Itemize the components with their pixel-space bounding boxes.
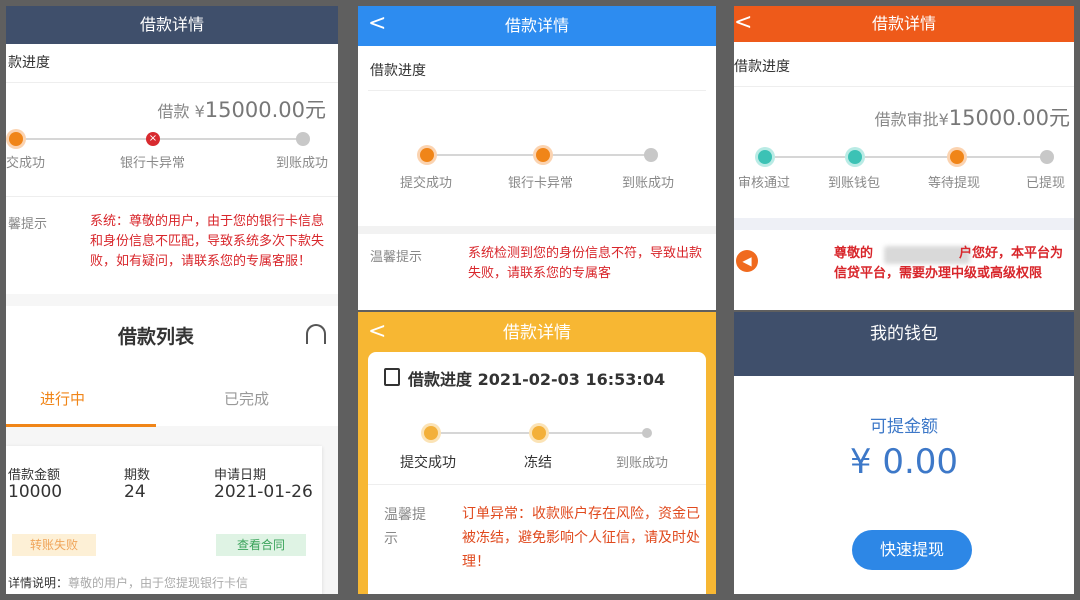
notice-text: 系统：尊敬的用户，由于您的银行卡信息和身份信息不匹配，导致系统多次下款失败，如有… xyxy=(90,214,325,269)
status-badge: 转账失败 xyxy=(12,534,96,556)
progress-line xyxy=(18,138,308,140)
divider xyxy=(734,86,1074,87)
amount-label: 借款金额 xyxy=(8,468,61,483)
notice-text: 系统检测到您的身份信息不符，导致出款失败，请联系您的专属客 xyxy=(468,246,703,281)
detail-card: 借款进度 2021-02-03 16:53:04 提交成功 冻结 到账成功 温馨… xyxy=(368,352,706,594)
page-title: 借款详情 xyxy=(871,14,936,33)
page-title: 借款详情 xyxy=(504,16,569,35)
step-label: 提交成功 xyxy=(400,176,453,191)
page-title: 借款详情 xyxy=(503,323,571,343)
step-dot-done xyxy=(420,148,434,162)
date-value: 2021-01-26 xyxy=(214,482,313,502)
notice-label: 示 xyxy=(384,531,398,547)
periods-label: 期数 xyxy=(124,468,151,483)
step-label: 等待提现 xyxy=(928,176,981,191)
list-title: 借款列表 xyxy=(118,326,195,348)
document-icon xyxy=(384,368,400,386)
balance-value: ¥ 0.00 xyxy=(849,442,959,482)
tab-completed[interactable]: 已完成 xyxy=(224,388,269,409)
step-dot-done xyxy=(848,150,862,164)
step-dot-pending xyxy=(1040,150,1054,164)
divider xyxy=(368,484,706,485)
quick-withdraw-button[interactable]: 快速提现 xyxy=(852,530,972,570)
balance-label: 可提金额 xyxy=(870,417,938,437)
step-label: 到账成功 xyxy=(276,156,329,171)
periods-value: 24 xyxy=(124,482,146,502)
step-label: 冻结 xyxy=(524,455,552,471)
step-dot-current xyxy=(950,150,964,164)
divider xyxy=(358,226,716,234)
progress-title: 借款进度 2021-02-03 16:53:04 xyxy=(408,370,666,389)
step-dot-pending xyxy=(296,132,310,146)
step-dot-done xyxy=(424,426,438,440)
detail-row: 详情说明：尊敬的用户，由于您提现银行卡信 xyxy=(8,576,249,590)
step-dot-done xyxy=(758,150,772,164)
divider xyxy=(368,90,706,91)
panel-loan-detail-3: < 借款详情 借款进度 2021-02-03 16:53:04 提交成功 冻结 … xyxy=(358,312,716,594)
loan-amount: 借款审批¥15000.00元 xyxy=(874,106,1070,130)
divider xyxy=(6,196,338,197)
progress-title: 借款进度 xyxy=(734,59,790,75)
tab-indicator xyxy=(6,424,156,427)
page-title: 我的钱包 xyxy=(870,324,938,344)
step-label: 审核通过 xyxy=(738,176,791,191)
divider xyxy=(6,82,338,83)
step-label: 到账钱包 xyxy=(828,176,881,191)
panel-loan-detail-4: < 借款详情 借款进度 借款审批¥15000.00元 审核通过 到账钱包 等待提… xyxy=(734,6,1074,310)
step-label: 银行卡异常 xyxy=(508,176,574,191)
step-label: 到账成功 xyxy=(616,456,669,471)
amount-value: 10000 xyxy=(8,482,63,502)
panel-loan-detail-1: 借款详情 款进度 借款 ¥15000.00元 × 交成功 银行卡异常 到账成功 … xyxy=(6,6,338,594)
step-label: 交成功 xyxy=(6,156,46,171)
step-label: 银行卡异常 xyxy=(120,156,186,171)
step-dot-pending xyxy=(644,148,658,162)
step-dot-done xyxy=(9,132,23,146)
notice-label: 温馨提 xyxy=(384,507,426,523)
panel-wallet: 我的钱包 可提金额 ¥ 0.00 快速提现 xyxy=(734,312,1074,594)
header-bar: 借款详情 xyxy=(6,6,338,44)
tab-in-progress[interactable]: 进行中 xyxy=(40,388,85,409)
step-label: 提交成功 xyxy=(400,455,456,471)
step-dot-done xyxy=(536,148,550,162)
step-label: 已提现 xyxy=(1026,176,1066,191)
date-label: 申请日期 xyxy=(214,468,267,483)
step-error-icon: × xyxy=(146,132,160,146)
step-label: 到账成功 xyxy=(622,176,675,191)
loan-amount: 借款 ¥15000.00元 xyxy=(157,98,326,122)
step-dot-done xyxy=(532,426,546,440)
step-dot-pending xyxy=(642,428,652,438)
header-bar: 我的钱包 xyxy=(734,312,1074,376)
header-bar: < 借款详情 xyxy=(358,6,716,46)
panel-loan-detail-2: < 借款详情 借款进度 提交成功 银行卡异常 到账成功 温馨提示 系统检测到您的… xyxy=(358,6,716,310)
progress-line xyxy=(766,156,1046,158)
view-contract-button[interactable]: 查看合同 xyxy=(216,534,306,556)
notice-label: 馨提示 xyxy=(8,217,48,232)
progress-title: 借款进度 xyxy=(370,63,426,79)
header-bar: < 借款详情 xyxy=(734,6,1074,42)
speaker-icon: ◀ xyxy=(736,250,758,272)
loan-card: 借款金额 10000 期数 24 申请日期 2021-01-26 转账失败 查看… xyxy=(6,446,322,594)
progress-title: 款进度 xyxy=(8,55,50,71)
notice-text: 订单异常：收款账户存在风险，资金已被冻结，避免影响个人征信，请及时处理！ xyxy=(462,506,700,570)
headset-icon[interactable] xyxy=(306,324,326,344)
notice-label: 温馨提示 xyxy=(370,250,423,265)
page-title: 借款详情 xyxy=(139,15,204,34)
notice-text: 尊敬的 户您好，本平台为信贷平台，需要办理中级或高级权限 xyxy=(834,246,1064,281)
divider xyxy=(734,218,1074,230)
